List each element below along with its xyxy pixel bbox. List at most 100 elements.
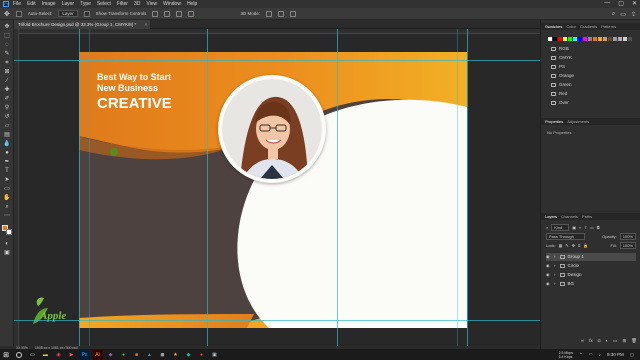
task-view-icon[interactable]: ▭ bbox=[28, 350, 38, 360]
tab-color[interactable]: Color bbox=[566, 23, 576, 30]
color-swatch[interactable] bbox=[603, 37, 607, 41]
minimize-button[interactable]: — bbox=[604, 0, 610, 7]
app-taskbar-icon[interactable]: ■ bbox=[132, 350, 142, 360]
start-button[interactable]: ⊞ bbox=[0, 349, 12, 360]
brush-tool-icon[interactable]: ✐ bbox=[3, 95, 11, 102]
blur-tool-icon[interactable]: 💧 bbox=[3, 140, 11, 147]
photoshop-taskbar-icon[interactable]: Ps bbox=[79, 349, 90, 360]
visibility-eye-icon[interactable]: ◉ bbox=[546, 264, 552, 268]
menu-select[interactable]: Select bbox=[97, 1, 111, 7]
adjustment-layer-icon[interactable]: ◐ bbox=[605, 338, 608, 344]
swatch-folder[interactable]: RGB bbox=[551, 46, 569, 51]
swatch-folder[interactable]: CMYK bbox=[551, 55, 572, 60]
app-taskbar-icon[interactable]: ◼ bbox=[158, 350, 168, 360]
3d-orbit-icon[interactable] bbox=[265, 10, 272, 17]
auto-select-target-dropdown[interactable]: Layer bbox=[58, 10, 78, 17]
vertical-ruler[interactable] bbox=[14, 29, 19, 346]
layer-row[interactable]: ◉ › Group 1 bbox=[546, 253, 636, 261]
more-tools-icon[interactable]: ⋯ bbox=[3, 212, 11, 219]
swatch-folder[interactable]: Green bbox=[551, 82, 572, 87]
pen-tool-icon[interactable]: ✒ bbox=[3, 158, 11, 165]
expand-chevron-icon[interactable]: › bbox=[554, 253, 556, 261]
visibility-eye-icon[interactable]: ◉ bbox=[546, 255, 552, 259]
eyedropper-tool-icon[interactable]: ∕ bbox=[3, 77, 11, 84]
app-taskbar-icon[interactable]: ● bbox=[197, 350, 207, 360]
clock[interactable]: 9:30 PM bbox=[607, 352, 624, 357]
menu-layer[interactable]: Layer bbox=[62, 1, 75, 7]
close-tab-icon[interactable]: × bbox=[145, 20, 148, 29]
filter-type-icon[interactable]: T bbox=[584, 225, 586, 230]
app-taskbar-icon[interactable]: ◆ bbox=[184, 350, 194, 360]
lock-pixels-icon[interactable]: ▦ bbox=[559, 243, 563, 248]
expand-chevron-icon[interactable]: › bbox=[554, 271, 556, 279]
app-taskbar-icon[interactable]: ▲ bbox=[145, 350, 155, 360]
color-swatch[interactable] bbox=[608, 37, 612, 41]
type-tool-icon[interactable]: T bbox=[3, 167, 11, 174]
guide-vertical[interactable] bbox=[89, 29, 90, 346]
color-swatch[interactable] bbox=[598, 37, 602, 41]
color-swatch[interactable] bbox=[573, 37, 577, 41]
notifications-icon[interactable]: ▢ bbox=[630, 352, 634, 358]
path-select-tool-icon[interactable]: ➤ bbox=[3, 176, 11, 183]
file-explorer-icon[interactable]: ▬ bbox=[41, 350, 51, 360]
layer-row[interactable]: ◉ › BG bbox=[546, 280, 636, 288]
rectangle-tool-icon[interactable]: ▭ bbox=[3, 185, 11, 192]
menu-file[interactable]: File bbox=[13, 1, 21, 7]
new-group-icon[interactable]: ▭ bbox=[613, 338, 617, 344]
menu-type[interactable]: Type bbox=[80, 1, 91, 7]
chrome-icon[interactable]: ◉ bbox=[54, 350, 64, 360]
expand-chevron-icon[interactable]: › bbox=[554, 262, 556, 270]
tab-properties[interactable]: Properties bbox=[545, 118, 563, 125]
volume-icon[interactable]: ♪ bbox=[599, 352, 601, 357]
quick-select-tool-icon[interactable]: ✎ bbox=[3, 50, 11, 57]
color-swatch[interactable] bbox=[548, 37, 552, 41]
swatch-folder[interactable]: Over bbox=[551, 100, 569, 105]
app-taskbar-icon[interactable]: ● bbox=[119, 350, 129, 360]
illustrator-taskbar-icon[interactable]: Ai bbox=[92, 349, 103, 360]
app-taskbar-icon[interactable]: ▣ bbox=[210, 350, 220, 360]
tab-adjustments[interactable]: Adjustments bbox=[567, 118, 589, 125]
visibility-eye-icon[interactable]: ◉ bbox=[546, 273, 552, 277]
color-swatch[interactable] bbox=[553, 37, 557, 41]
fill-input[interactable]: 100% bbox=[619, 242, 636, 249]
color-swatch[interactable] bbox=[593, 37, 597, 41]
guide-vertical[interactable] bbox=[467, 29, 468, 346]
menu-view[interactable]: View bbox=[146, 1, 157, 7]
color-swatch[interactable] bbox=[588, 37, 592, 41]
3d-roll-icon[interactable] bbox=[277, 10, 284, 17]
filter-adjust-icon[interactable]: ◐ bbox=[579, 225, 581, 230]
tab-paths[interactable]: Paths bbox=[582, 213, 592, 220]
color-swatch[interactable] bbox=[613, 37, 617, 41]
menu-image[interactable]: Image bbox=[42, 1, 56, 7]
healing-tool-icon[interactable]: ✚ bbox=[3, 86, 11, 93]
color-swatch[interactable] bbox=[618, 37, 622, 41]
tab-layers[interactable]: Layers bbox=[545, 213, 557, 220]
brochure-canvas[interactable]: Best Way to Start New Business CREATIVE bbox=[79, 52, 467, 328]
workspace-icon[interactable]: ▭ bbox=[620, 11, 626, 18]
document-tab[interactable]: Trifold Brochure Design.psd @ 33.3% (Gro… bbox=[14, 20, 151, 29]
zoom-tool-icon[interactable]: ⌕ bbox=[3, 203, 11, 210]
filter-pixel-icon[interactable]: ▣ bbox=[572, 225, 576, 230]
new-layer-icon[interactable]: ⊞ bbox=[622, 338, 626, 344]
tab-swatches[interactable]: Swatches bbox=[545, 23, 562, 30]
horizontal-ruler[interactable] bbox=[14, 29, 540, 34]
color-swatch[interactable] bbox=[563, 37, 567, 41]
close-button[interactable]: ✕ bbox=[632, 0, 637, 7]
guide-vertical[interactable] bbox=[207, 29, 208, 346]
move-tool-icon[interactable]: ✥ bbox=[4, 10, 10, 18]
background-color-swatch[interactable] bbox=[6, 229, 12, 235]
filter-smart-icon[interactable]: ⧉ bbox=[597, 225, 600, 230]
color-swatch[interactable] bbox=[628, 37, 632, 41]
color-swatch[interactable] bbox=[578, 37, 582, 41]
quick-mask-icon[interactable]: ◐ bbox=[3, 240, 11, 247]
menu-help[interactable]: Help bbox=[187, 1, 197, 7]
guide-horizontal[interactable] bbox=[14, 320, 540, 321]
eraser-tool-icon[interactable]: ▱ bbox=[3, 122, 11, 129]
layer-row[interactable]: ◉ › Design bbox=[546, 271, 636, 279]
swatch-folder[interactable]: Red bbox=[551, 91, 567, 96]
expand-chevron-icon[interactable]: › bbox=[554, 280, 556, 288]
move-tool-icon[interactable]: ✥ bbox=[3, 23, 11, 30]
color-swatch[interactable] bbox=[558, 37, 562, 41]
swatch-folder[interactable]: Orange bbox=[551, 73, 574, 78]
crop-tool-icon[interactable]: ⌗ bbox=[3, 59, 11, 66]
